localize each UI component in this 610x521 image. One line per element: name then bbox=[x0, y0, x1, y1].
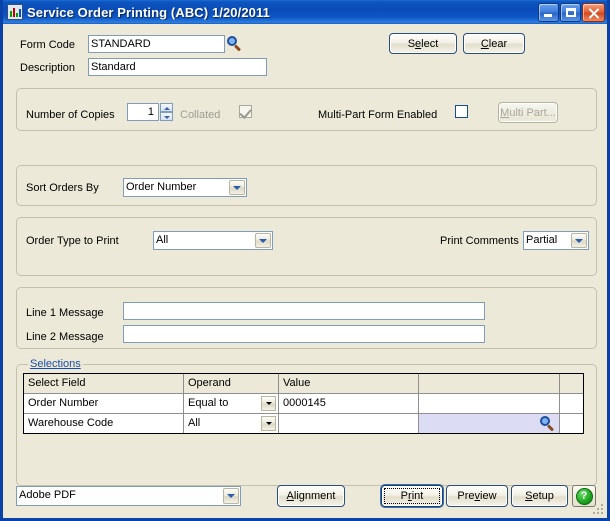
alignment-button[interactable]: Alignment bbox=[277, 485, 345, 507]
column-header-select-field[interactable]: Select Field bbox=[24, 374, 184, 394]
column-header-spacer bbox=[560, 374, 583, 394]
grid-header-row: Select Field Operand Value bbox=[24, 374, 583, 394]
minimize-button[interactable] bbox=[538, 2, 559, 22]
number-of-copies-label: Number of Copies bbox=[26, 109, 115, 121]
multipart-label: Multi-Part Form Enabled bbox=[318, 109, 438, 121]
printer-select[interactable]: Adobe PDF bbox=[16, 486, 241, 506]
chevron-down-icon[interactable] bbox=[229, 180, 245, 195]
print-comments-label: Print Comments bbox=[440, 235, 519, 247]
column-header-operand[interactable]: Operand bbox=[184, 374, 279, 394]
line1-message-input[interactable] bbox=[123, 302, 485, 320]
line1-message-label: Line 1 Message bbox=[26, 307, 104, 319]
cell-operand[interactable]: All bbox=[184, 414, 279, 433]
selections-caption: Selections bbox=[28, 358, 83, 370]
sort-orders-by-value: Order Number bbox=[126, 181, 197, 193]
multi-part-button: Multi Part... bbox=[498, 102, 558, 123]
maximize-button[interactable] bbox=[560, 2, 581, 22]
line2-message-label: Line 2 Message bbox=[26, 331, 104, 343]
cell-operand-value: Equal to bbox=[188, 397, 229, 409]
collated-label: Collated bbox=[180, 109, 221, 121]
order-type-select[interactable]: All bbox=[153, 231, 273, 250]
cell-value2-selected[interactable] bbox=[419, 414, 560, 433]
chevron-down-icon[interactable] bbox=[255, 233, 271, 248]
column-header-value[interactable]: Value bbox=[279, 374, 419, 394]
client-area: Form Code STANDARD Description Standard … bbox=[3, 24, 607, 518]
print-comments-select[interactable]: Partial bbox=[523, 231, 589, 250]
cell-operand[interactable]: Equal to bbox=[184, 394, 279, 414]
cell-value[interactable]: 0000145 bbox=[279, 394, 419, 414]
description-label: Description bbox=[20, 62, 76, 74]
sort-panel bbox=[16, 165, 597, 206]
clear-button[interactable]: Clear bbox=[463, 33, 525, 54]
chevron-down-icon[interactable] bbox=[261, 396, 276, 411]
print-button[interactable]: Print bbox=[381, 485, 443, 507]
help-icon: ? bbox=[575, 487, 593, 505]
collated-checkbox bbox=[239, 105, 252, 119]
close-button[interactable] bbox=[582, 2, 605, 22]
window-title: Service Order Printing (ABC) 1/20/2011 bbox=[27, 4, 270, 20]
cell-operand-value: All bbox=[188, 417, 201, 429]
printer-value: Adobe PDF bbox=[19, 489, 76, 501]
app-icon bbox=[7, 4, 23, 20]
warehouse-code-lookup-icon[interactable] bbox=[540, 416, 555, 432]
order-type-label: Order Type to Print bbox=[26, 235, 119, 247]
cell-select-field[interactable]: Warehouse Code bbox=[24, 414, 184, 433]
form-code-label: Form Code bbox=[20, 39, 76, 51]
form-code-lookup-icon[interactable] bbox=[227, 36, 242, 52]
table-row[interactable]: Order Number Equal to 0000145 bbox=[24, 394, 583, 414]
multipart-checkbox[interactable] bbox=[455, 105, 468, 118]
line2-message-input[interactable] bbox=[123, 325, 485, 343]
chevron-down-icon[interactable] bbox=[571, 233, 587, 248]
cell-select-field[interactable]: Order Number bbox=[24, 394, 184, 414]
selections-grid[interactable]: Select Field Operand Value Order Number … bbox=[23, 373, 584, 434]
print-comments-value: Partial bbox=[526, 234, 558, 246]
application-window: Service Order Printing (ABC) 1/20/2011 F… bbox=[0, 0, 610, 521]
sort-orders-by-label: Sort Orders By bbox=[26, 182, 99, 194]
chevron-down-icon[interactable] bbox=[261, 416, 276, 431]
select-button[interactable]: Select bbox=[389, 33, 457, 54]
cell-spacer bbox=[560, 414, 583, 433]
cell-value[interactable] bbox=[279, 414, 419, 433]
form-code-input[interactable]: STANDARD bbox=[88, 35, 225, 53]
resize-grip[interactable] bbox=[593, 504, 605, 516]
number-of-copies-stepper[interactable] bbox=[160, 103, 173, 121]
column-header-value2[interactable] bbox=[419, 374, 560, 394]
cell-value2[interactable] bbox=[419, 394, 560, 414]
description-input[interactable]: Standard bbox=[88, 58, 267, 76]
chevron-down-icon[interactable] bbox=[223, 488, 239, 504]
order-type-value: All bbox=[156, 234, 169, 246]
title-bar: Service Order Printing (ABC) 1/20/2011 bbox=[3, 0, 607, 24]
preview-button[interactable]: Preview bbox=[446, 485, 508, 507]
setup-button[interactable]: Setup bbox=[511, 485, 568, 507]
number-of-copies-input[interactable]: 1 bbox=[127, 103, 159, 121]
table-row[interactable]: Warehouse Code All bbox=[24, 414, 583, 433]
cell-spacer bbox=[560, 394, 583, 414]
sort-orders-by-select[interactable]: Order Number bbox=[123, 178, 247, 197]
